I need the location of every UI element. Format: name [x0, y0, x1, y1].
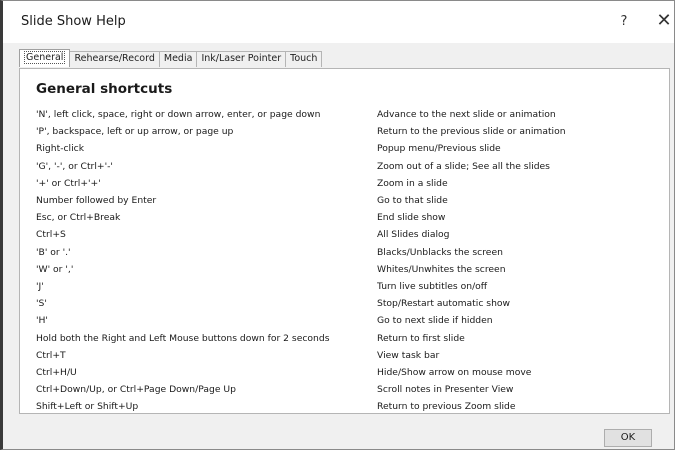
- shortcut-row: 'B' or '.' Blacks/Unblacks the screen: [36, 244, 656, 261]
- shortcut-key: Right-click: [36, 143, 85, 155]
- tab-label: General: [24, 51, 66, 64]
- section-heading: General shortcuts: [36, 81, 173, 97]
- shortcut-action: End slide show: [377, 212, 446, 224]
- shortcut-key: Ctrl+S: [36, 229, 66, 241]
- shortcut-action: View task bar: [377, 349, 440, 361]
- shortcut-action: Zoom out of a slide; See all the slides: [377, 160, 550, 172]
- shortcut-action: Zoom in a slide: [377, 177, 448, 189]
- shortcut-key: '+' or Ctrl+'+': [36, 177, 101, 189]
- shortcut-key: 'H': [36, 315, 48, 327]
- shortcut-row: Esc, or Ctrl+Break End slide show: [36, 209, 656, 226]
- shortcut-row: Ctrl+Down/Up, or Ctrl+Page Down/Page Up S…: [36, 381, 656, 398]
- ok-button[interactable]: OK: [604, 429, 652, 447]
- shortcut-key: Esc, or Ctrl+Break: [36, 212, 121, 224]
- tab-media[interactable]: Media: [158, 51, 198, 67]
- shortcut-key: Ctrl+T: [36, 349, 66, 361]
- shortcut-key: Ctrl+Down/Up, or Ctrl+Page Down/Page Up: [36, 384, 236, 396]
- dialog-window: Slide Show Help ? ✕ General Rehearse/Rec…: [0, 0, 675, 450]
- shortcut-row: Number followed by Enter Go to that slide: [36, 192, 656, 209]
- shortcut-row: 'P', backspace, left or up arrow, or pag…: [36, 123, 656, 140]
- shortcut-row: Ctrl+H/U Hide/Show arrow on mouse move: [36, 364, 656, 381]
- tab-rehearse-record[interactable]: Rehearse/Record: [69, 51, 160, 67]
- shortcut-row: 'W' or ',' Whites/Unwhites the screen: [36, 261, 656, 278]
- shortcut-key: 'B' or '.': [36, 246, 71, 258]
- tab-strip: General Rehearse/Record Media Ink/Laser …: [19, 49, 323, 67]
- window-title: Slide Show Help: [21, 14, 126, 29]
- tab-label: Media: [163, 53, 193, 64]
- shortcut-key: Hold both the Right and Left Mouse butto…: [36, 332, 330, 344]
- shortcut-row: Shift+Left or Shift+Up Return to previous…: [36, 398, 656, 415]
- shortcut-row: Right-click Popup menu/Previous slide: [36, 140, 656, 157]
- tab-touch[interactable]: Touch: [285, 51, 323, 67]
- close-icon[interactable]: ✕: [653, 10, 675, 32]
- shortcut-action: Go to next slide if hidden: [377, 315, 493, 327]
- shortcut-action: Return to previous Zoom slide: [377, 401, 516, 413]
- shortcut-key: 'N', left click, space, right or down ar…: [36, 109, 321, 121]
- shortcut-action: Blacks/Unblacks the screen: [377, 246, 503, 258]
- title-bar: Slide Show Help ? ✕: [3, 1, 674, 43]
- shortcut-row: '+' or Ctrl+'+' Zoom in a slide: [36, 175, 656, 192]
- shortcut-key: 'J': [36, 280, 44, 292]
- shortcut-row: 'J' Turn live subtitles on/off: [36, 278, 656, 295]
- help-button[interactable]: ?: [614, 12, 634, 32]
- shortcut-action: Whites/Unwhites the screen: [377, 263, 506, 275]
- shortcut-key: Ctrl+H/U: [36, 366, 77, 378]
- shortcut-row: 'G', '-', or Ctrl+'-' Zoom out of a slide…: [36, 158, 656, 175]
- shortcut-row: Ctrl+T View task bar: [36, 347, 656, 364]
- shortcut-key: Shift+Left or Shift+Up: [36, 401, 139, 413]
- shortcut-list: 'N', left click, space, right or down ar…: [36, 106, 656, 415]
- shortcut-action: All Slides dialog: [377, 229, 450, 241]
- shortcut-action: Scroll notes in Presenter View: [377, 384, 514, 396]
- shortcut-action: Turn live subtitles on/off: [377, 280, 488, 292]
- shortcut-key: 'S': [36, 298, 47, 310]
- shortcut-row: Hold both the Right and Left Mouse butto…: [36, 329, 656, 346]
- shortcut-row: 'H' Go to next slide if hidden: [36, 312, 656, 329]
- tab-label: Touch: [290, 53, 318, 64]
- shortcut-row: Ctrl+S All Slides dialog: [36, 226, 656, 243]
- shortcuts-panel: General shortcuts 'N', left click, space…: [19, 68, 670, 414]
- tab-ink-laser-pointer[interactable]: Ink/Laser Pointer: [196, 51, 287, 67]
- shortcut-action: Advance to the next slide or animation: [377, 109, 556, 121]
- shortcut-action: Hide/Show arrow on mouse move: [377, 366, 532, 378]
- shortcut-action: Stop/Restart automatic show: [377, 298, 511, 310]
- shortcut-row: 'S' Stop/Restart automatic show: [36, 295, 656, 312]
- shortcut-row: 'N', left click, space, right or down ar…: [36, 106, 656, 123]
- shortcut-key: 'G', '-', or Ctrl+'-': [36, 160, 113, 172]
- shortcut-action: Return to the previous slide or animatio…: [377, 126, 566, 138]
- tab-label: Rehearse/Record: [74, 53, 155, 64]
- shortcut-key: 'P', backspace, left or up arrow, or pag…: [36, 126, 234, 138]
- shortcut-action: Return to first slide: [377, 332, 465, 344]
- shortcut-key: 'W' or ',': [36, 263, 74, 275]
- shortcut-action: Popup menu/Previous slide: [377, 143, 501, 155]
- tab-general[interactable]: General: [19, 49, 71, 67]
- shortcut-action: Go to that slide: [377, 195, 448, 207]
- shortcut-key: Number followed by Enter: [36, 195, 157, 207]
- tab-label: Ink/Laser Pointer: [201, 53, 282, 64]
